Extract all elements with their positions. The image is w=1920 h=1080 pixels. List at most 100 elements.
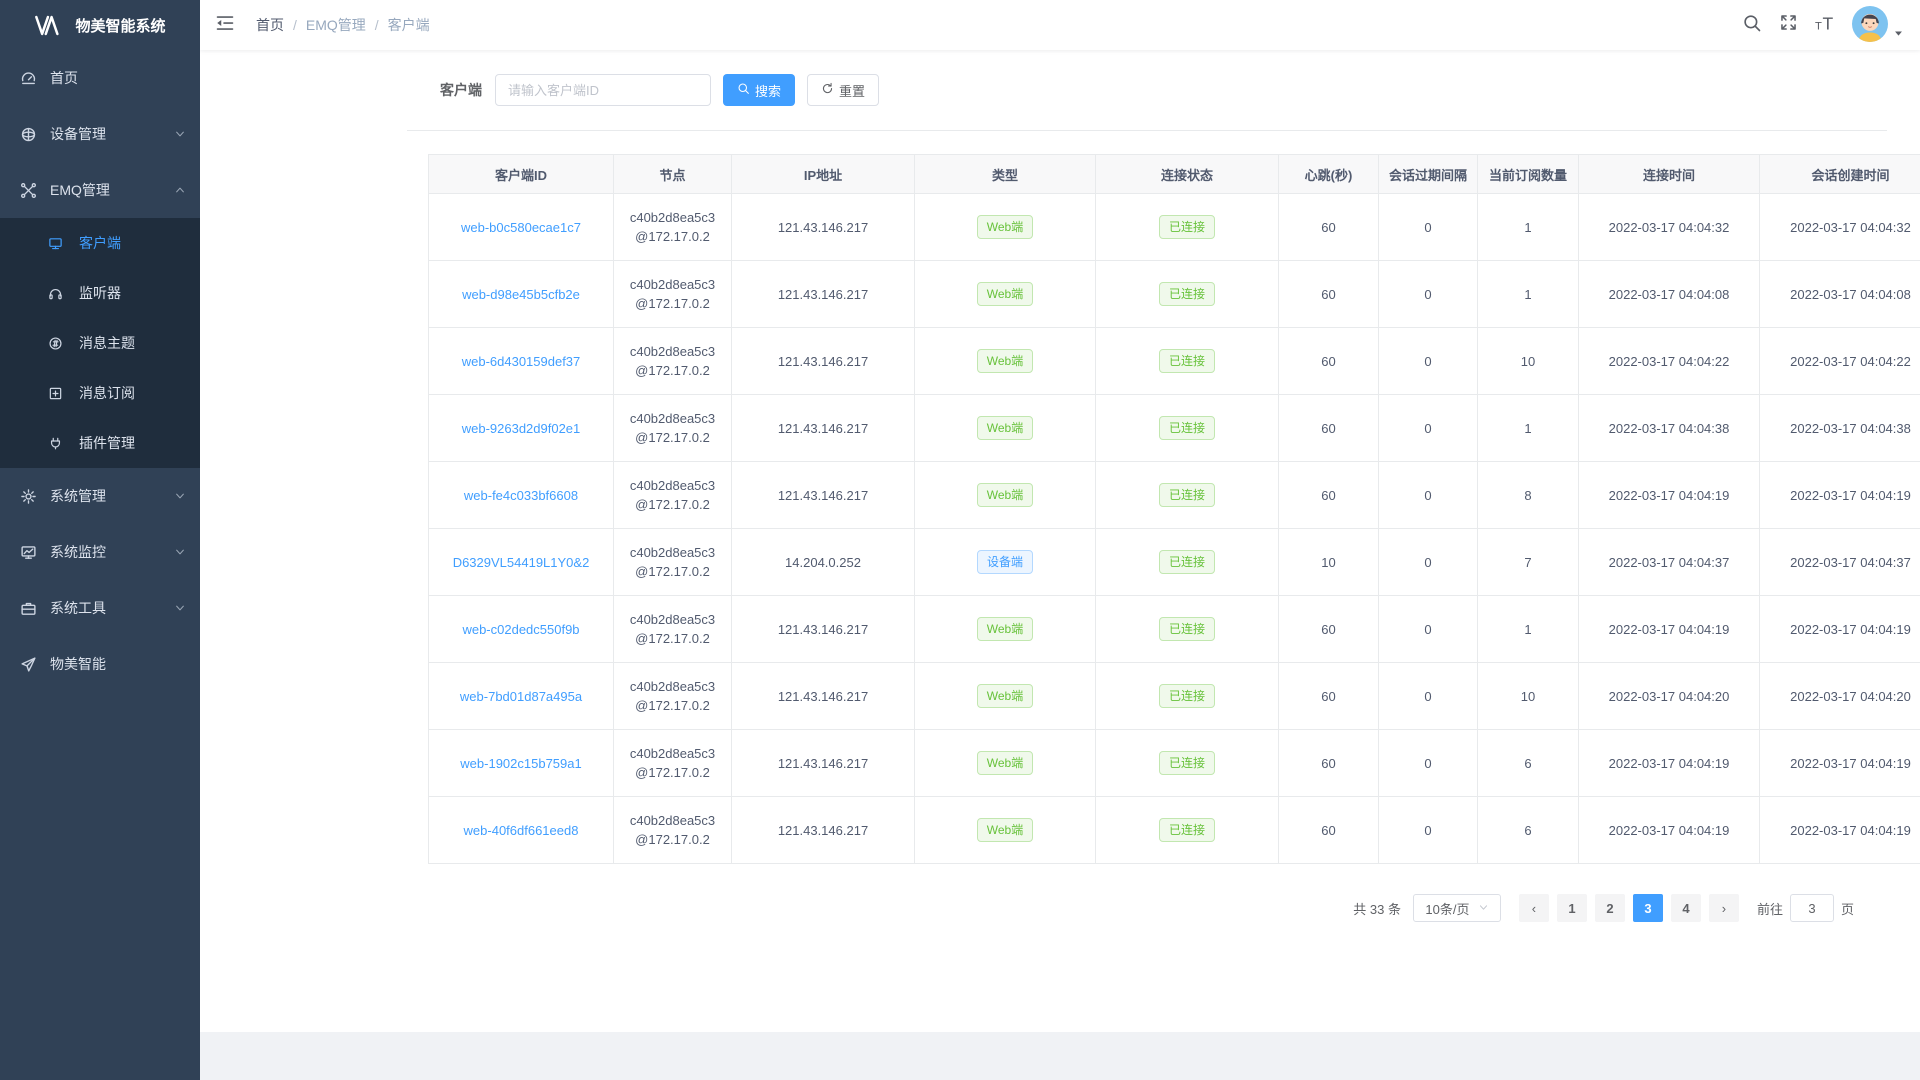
subscriptions-cell: 10 [1478,328,1579,395]
node-cell: c40b2d8ea5c3@172.17.0.2 [614,596,732,663]
subscriptions-cell: 1 [1478,596,1579,663]
user-menu[interactable] [1852,6,1904,44]
sidebar-item-label: 消息订阅 [79,383,135,403]
status-badge: 已连接 [1159,751,1215,775]
column-header: 心跳(秒) [1279,155,1379,194]
client-id-link[interactable]: web-fe4c033bf6608 [464,488,578,503]
search-button[interactable]: 搜索 [723,74,795,106]
search-form: 客户端 搜索 重置 [200,50,1920,130]
expiry-cell: 0 [1379,462,1478,529]
sidebar-item-label: 系统监控 [50,542,106,562]
client-id-link[interactable]: D6329VL54419L1Y0&2 [453,555,590,570]
main-area: 首页 / EMQ管理 / 客户端 TT [200,0,1920,1080]
client-id-link[interactable]: web-7bd01d87a495a [460,689,582,704]
ip-cell: 121.43.146.217 [732,328,915,395]
client-id-input[interactable] [495,74,711,106]
column-header: 连接状态 [1096,155,1279,194]
table-row: web-c02dedc550f9b c40b2d8ea5c3@172.17.0.2… [429,596,1920,663]
connected-at-cell: 2022-03-17 04:04:20 [1579,663,1760,730]
table-row: web-1902c15b759a1c40b2d8ea5c3@172.17.0.2… [429,730,1920,797]
client-id-link[interactable]: web-9263d2d9f02e1 [462,421,581,436]
connected-at-cell: 2022-03-17 04:04:32 [1579,194,1760,261]
connected-at-cell: 2022-03-17 04:04:22 [1579,328,1760,395]
type-badge: Web端 [977,818,1033,842]
breadcrumb-home[interactable]: 首页 [256,15,284,35]
type-badge: Web端 [977,416,1033,440]
chevron-down-icon [174,490,186,502]
chevron-down-icon [174,546,186,558]
heartbeat-cell: 60 [1279,395,1379,462]
prev-page-button[interactable]: ‹ [1519,894,1549,922]
sidebar-item-message-topic[interactable]: 消息主题 [0,318,200,368]
page-button-4[interactable]: 4 [1671,894,1701,922]
client-id-link[interactable]: web-d98e45b5cfb2e [462,287,580,302]
connected-at-cell: 2022-03-17 04:04:37 [1579,529,1760,596]
fullscreen-icon[interactable] [1779,13,1798,37]
chevron-down-icon [174,602,186,614]
subscribe-icon [48,386,63,401]
sidebar: 物美智能系统 首页设备管理EMQ管理客户端监听器消息主题消息订阅插件管理系统管理… [0,0,200,1080]
sidebar-item-label: 物美智能 [50,654,106,674]
sidebar-item-system-management[interactable]: 系统管理 [0,468,200,524]
expiry-cell: 0 [1379,529,1478,596]
subscriptions-cell: 1 [1478,194,1579,261]
reset-button[interactable]: 重置 [807,74,879,106]
sidebar-item-system-tools[interactable]: 系统工具 [0,580,200,636]
expiry-cell: 0 [1379,797,1478,864]
client-id-link[interactable]: web-1902c15b759a1 [460,756,581,771]
sidebar-item-plugin-management[interactable]: 插件管理 [0,418,200,468]
app-logo: 物美智能系统 [0,0,200,50]
client-id-link[interactable]: web-40f6df661eed8 [464,823,579,838]
sidebar-item-device-management[interactable]: 设备管理 [0,106,200,162]
type-badge: Web端 [977,282,1033,306]
connected-at-cell: 2022-03-17 04:04:19 [1579,797,1760,864]
sidebar-item-home[interactable]: 首页 [0,50,200,106]
column-header: IP地址 [732,155,915,194]
sidebar-item-system-monitoring[interactable]: 系统监控 [0,524,200,580]
avatar[interactable] [1852,6,1888,42]
pagination: 共 33 条 10条/页 ‹ 1234 › 前往 页 [428,894,1854,922]
page-button-2[interactable]: 2 [1595,894,1625,922]
font-size-icon[interactable]: TT [1815,13,1835,38]
svg-text:T: T [1815,20,1822,32]
table-row: D6329VL54419L1Y0&2 c40b2d8ea5c3@172.17.0.… [429,529,1920,596]
search-icon[interactable] [1742,13,1762,38]
heartbeat-cell: 60 [1279,797,1379,864]
subscriptions-cell: 1 [1478,261,1579,328]
expiry-cell: 0 [1379,596,1478,663]
subscriptions-cell: 6 [1478,797,1579,864]
page-size-select[interactable]: 10条/页 [1413,894,1501,922]
client-id-link[interactable]: web-b0c580ecae1c7 [461,220,581,235]
devices-icon [20,126,37,143]
heartbeat-cell: 60 [1279,730,1379,797]
sidebar-item-client[interactable]: 客户端 [0,218,200,268]
sidebar-item-label: 系统工具 [50,598,106,618]
svg-text:T: T [1823,13,1834,33]
node-cell: c40b2d8ea5c3@172.17.0.2 [614,395,732,462]
sidebar-item-listener[interactable]: 监听器 [0,268,200,318]
sidebar-fold-button[interactable] [200,13,250,38]
client-id-link[interactable]: web-6d430159def37 [462,354,581,369]
sidebar-item-message-subscription[interactable]: 消息订阅 [0,368,200,418]
node-cell: c40b2d8ea5c3@172.17.0.2 [614,261,732,328]
page-button-1[interactable]: 1 [1557,894,1587,922]
created-at-cell: 2022-03-17 04:04:32 [1760,194,1920,261]
next-page-button[interactable]: › [1709,894,1739,922]
heartbeat-cell: 60 [1279,328,1379,395]
topic-icon [48,336,63,351]
breadcrumb-separator: / [293,17,297,33]
page-button-3[interactable]: 3 [1633,894,1663,922]
sidebar-item-wumei-smart[interactable]: 物美智能 [0,636,200,692]
status-badge: 已连接 [1159,416,1215,440]
node-cell: c40b2d8ea5c3@172.17.0.2 [614,529,732,596]
breadcrumb-current: 客户端 [388,15,430,35]
goto-page-input[interactable] [1790,894,1834,922]
client-id-link[interactable]: web-c02dedc550f9b [462,622,579,637]
type-badge: Web端 [977,617,1033,641]
sidebar-item-emq-management[interactable]: EMQ管理 [0,162,200,218]
heartbeat-cell: 60 [1279,596,1379,663]
breadcrumb-emq: EMQ管理 [306,15,366,35]
ip-cell: 121.43.146.217 [732,730,915,797]
expiry-cell: 0 [1379,261,1478,328]
node-cell: c40b2d8ea5c3@172.17.0.2 [614,194,732,261]
